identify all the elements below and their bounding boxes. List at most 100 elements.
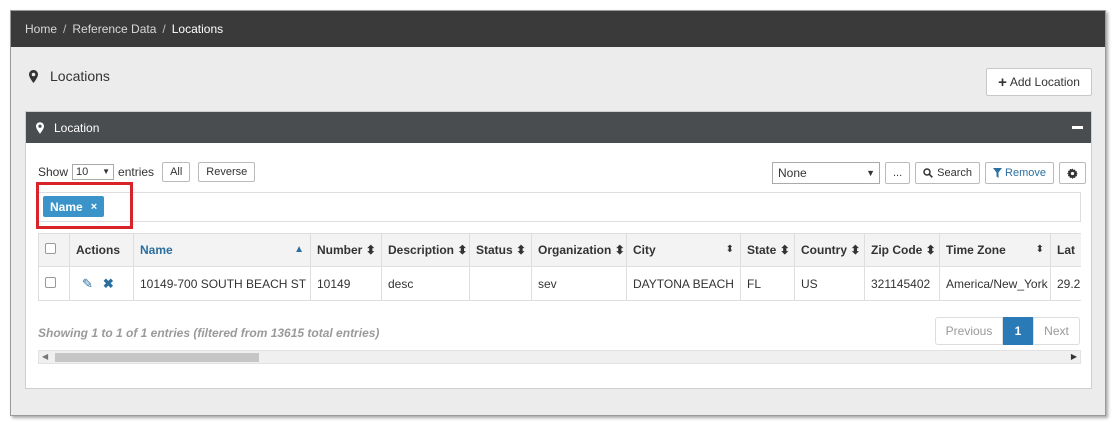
table-row: ✎ ✖ 10149-700 SOUTH BEACH ST 10149 desc s… [38,266,1081,301]
col-country[interactable]: Country ⬍ [794,233,865,267]
sort-icon: ⬍ [1035,244,1044,255]
scroll-left-icon[interactable]: ◀ [42,352,48,361]
scroll-right-icon[interactable]: ▶ [1071,352,1077,361]
search-icon [923,168,934,178]
col-organization[interactable]: Organization ⬍ [531,233,627,267]
reverse-button[interactable]: Reverse [198,162,256,182]
collapse-icon[interactable] [1072,126,1083,129]
breadcrumb-current: Locations [171,22,224,36]
plus-icon: + [998,73,1007,91]
scrollbar-thumb[interactable] [55,353,259,362]
page-length-value: 10 [76,166,89,178]
add-location-button[interactable]: + Add Location [986,68,1092,96]
next-page-button[interactable]: Next [1033,317,1080,345]
map-pin-icon [36,121,44,134]
col-number-label: Number [317,243,363,257]
search-button[interactable]: Search [915,162,981,184]
page-title-text: Locations [50,68,110,84]
sort-icon: ⬍ [457,243,468,257]
col-country-label: Country [801,243,847,257]
select-all-header [38,233,70,267]
cell-name: 10149-700 SOUTH BEACH ST [133,266,311,301]
cell-time-zone: America/New_York [939,266,1051,301]
page-title: Locations [29,68,110,84]
all-button[interactable]: All [162,162,191,182]
col-zip-code-label: Zip Code [871,243,923,257]
cell-status [469,266,532,301]
remove-filter-button[interactable]: Remove [985,162,1054,184]
panel-title: Location [54,120,100,135]
cell-description: desc [381,266,470,301]
show-label: Show [38,165,69,179]
delete-icon[interactable]: ✖ [103,276,114,291]
select-all-checkbox[interactable] [45,243,56,254]
sort-icon: ⬍ [365,243,376,257]
chevron-down-icon: ▼ [866,168,875,178]
sort-icon: ⬍ [850,243,861,257]
add-location-label: Add Location [1009,75,1080,89]
horizontal-scrollbar[interactable]: ◀ ▶ [38,350,1081,364]
locations-table: Actions Name ▲ Number ⬍ Description ⬍ Sta… [38,233,1081,301]
edit-icon[interactable]: ✎ [82,276,93,291]
panel-header: Location [26,112,1091,143]
col-description[interactable]: Description ⬍ [381,233,470,267]
app-window: Home / Reference Data / Locations Locati… [10,10,1106,416]
cell-city: DAYTONA BEACH [626,266,741,301]
sort-icon: ⬍ [925,243,936,257]
location-panel: Location Show 10 ▼ entries All Reverse N… [25,111,1092,389]
col-time-zone-label: Time Zone [946,243,1006,257]
col-organization-label: Organization [538,243,612,257]
active-filter-bar: Name × [36,182,1081,229]
cell-number: 10149 [310,266,382,301]
page-length-select[interactable]: 10 ▼ [72,164,115,180]
cell-lat: 29.2 [1050,266,1081,301]
col-number[interactable]: Number ⬍ [310,233,382,267]
row-checkbox[interactable] [45,276,56,288]
col-actions: Actions [69,233,134,267]
cell-country: US [794,266,865,301]
row-actions-cell: ✎ ✖ [69,266,134,301]
col-description-label: Description [388,243,455,257]
gear-icon [1067,167,1078,179]
locations-table-wrap: Actions Name ▲ Number ⬍ Description ⬍ Sta… [38,233,1081,301]
filter-controls: None ▼ ... Search Remove [772,162,1086,184]
col-lat[interactable]: Lat [1050,233,1081,267]
col-city-label: City [633,243,656,257]
breadcrumb-home[interactable]: Home [25,22,57,36]
filter-icon [993,168,1003,178]
settings-button[interactable] [1059,162,1086,184]
sort-asc-icon: ▲ [294,244,304,255]
sort-icon: ⬍ [725,244,734,255]
chevron-down-icon: ▼ [102,167,111,176]
col-state-label: State [747,243,777,257]
breadcrumb-reference-data[interactable]: Reference Data [72,22,156,36]
breadcrumb-separator: / [63,22,67,36]
col-time-zone[interactable]: Time Zone ⬍ [939,233,1051,267]
col-zip-code[interactable]: Zip Code ⬍ [864,233,940,267]
map-pin-icon [29,69,38,83]
col-status[interactable]: Status ⬍ [469,233,532,267]
previous-page-button[interactable]: Previous [935,317,1003,345]
cell-state: FL [740,266,795,301]
col-status-label: Status [476,243,513,257]
row-select-cell [38,266,70,301]
table-length-controls: Show 10 ▼ entries All Reverse [38,162,256,182]
col-name[interactable]: Name ▲ [133,233,311,267]
highlight-annotation [36,182,133,229]
pagination: Previous 1 Next [935,317,1080,345]
remove-filter-label: Remove [1005,167,1046,179]
ellipsis-button[interactable]: ... [885,162,911,184]
filter-column-value: None [778,166,807,180]
breadcrumb: Home / Reference Data / Locations [11,11,1105,47]
col-city[interactable]: City ⬍ [626,233,741,267]
page-1-button[interactable]: 1 [1003,317,1033,345]
col-state[interactable]: State ⬍ [740,233,795,267]
sort-icon: ⬍ [614,243,625,257]
table-info: Showing 1 to 1 of 1 entries (filtered fr… [38,326,380,340]
breadcrumb-separator: / [162,22,166,36]
cell-zip-code: 321145402 [864,266,940,301]
cell-organization: sev [531,266,627,301]
search-button-label: Search [937,167,973,179]
col-name-label: Name [140,243,173,257]
filter-column-select[interactable]: None ▼ [772,162,880,184]
